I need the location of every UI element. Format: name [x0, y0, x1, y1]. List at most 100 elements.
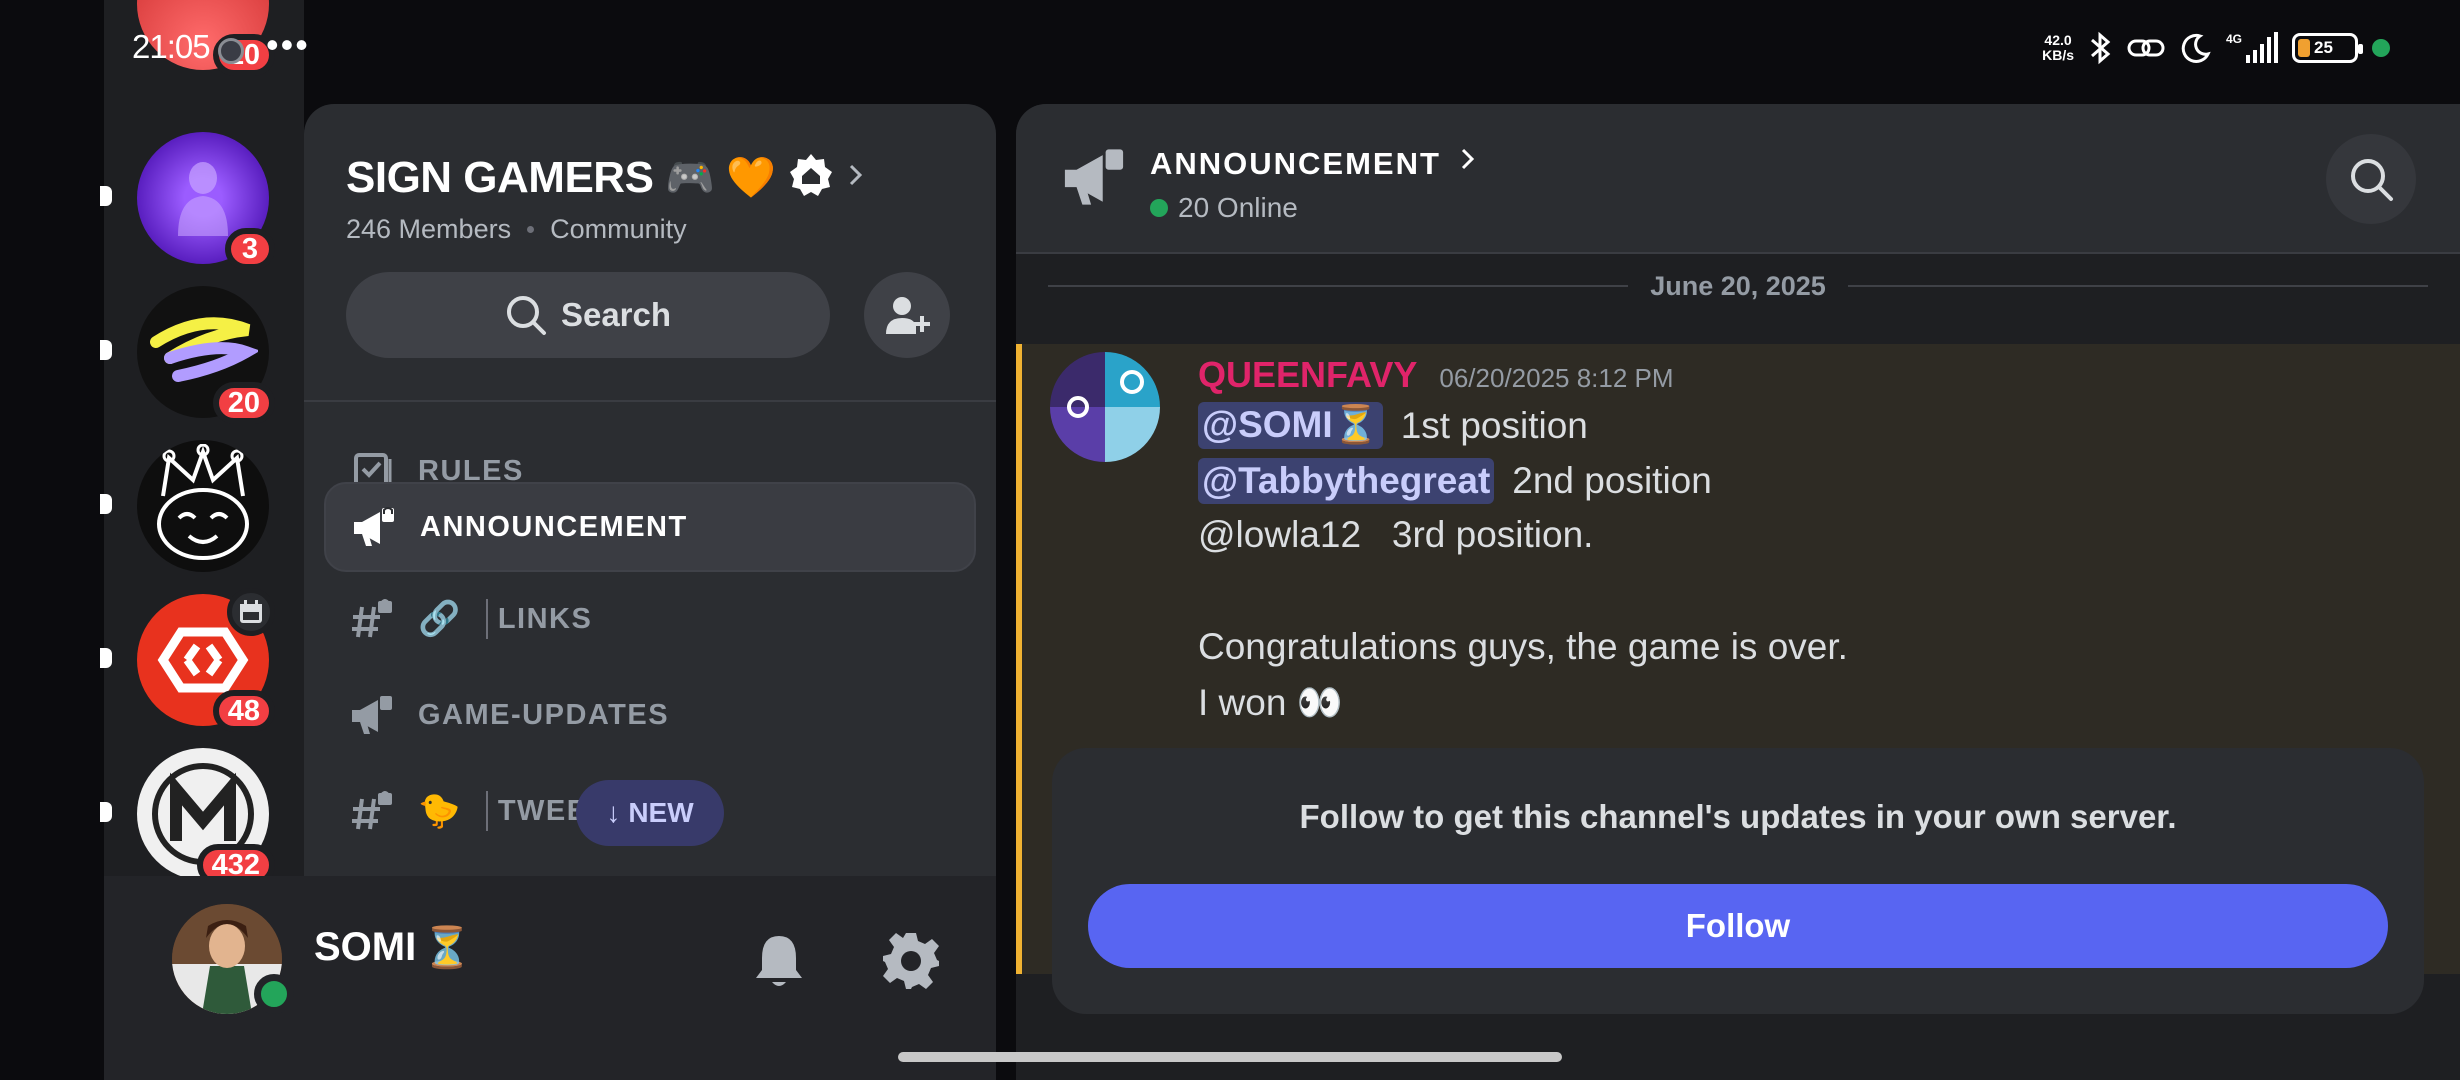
link-icon: [2126, 33, 2166, 63]
notifications-button[interactable]: [744, 926, 814, 996]
server-icon-purple[interactable]: 3: [137, 132, 275, 270]
search-icon: [506, 296, 546, 335]
calendar-icon: [240, 600, 262, 623]
bell-icon: [756, 936, 802, 986]
message-line: I won 👀: [1198, 682, 1343, 725]
screen-edge: [0, 0, 104, 1080]
unread-indicator: [100, 802, 112, 822]
server-icon-swirl[interactable]: 20: [137, 286, 275, 424]
server-name: SIGN GAMERS: [346, 152, 654, 202]
divider-line: [1048, 285, 1629, 287]
status-bar-right: 42.0 KB/s 4G 25: [2042, 30, 2390, 66]
net-speed-value: 42.0: [2044, 32, 2072, 48]
date-divider: June 20, 2025: [1048, 264, 2428, 308]
server-header[interactable]: SIGN GAMERS 🎮 🧡: [346, 152, 866, 203]
figure-icon: [178, 162, 228, 236]
invite-members-button[interactable]: [864, 272, 950, 358]
community-label: Community: [550, 214, 687, 244]
arrow-down-icon: ↓: [606, 797, 621, 828]
net-speed: 42.0 KB/s: [2042, 33, 2074, 63]
online-count: 20 Online: [1150, 192, 1298, 224]
signal-icon: 4G: [2226, 31, 2278, 65]
moon-icon: [2180, 32, 2212, 64]
gear-icon: [883, 933, 939, 989]
channel-announcement[interactable]: ANNOUNCEMENT: [324, 482, 976, 572]
hash-lock-icon: [350, 789, 394, 833]
server-icon-red-hex[interactable]: 48: [137, 588, 275, 732]
search-label: Search: [560, 296, 672, 333]
channel-label: LINKS: [497, 602, 593, 635]
channel-label: GAME-UPDATES: [418, 698, 670, 731]
channel-list-divider: [304, 400, 996, 402]
event-badge: [227, 588, 275, 636]
message-line: Congratulations guys, the game is over.: [1198, 626, 1848, 668]
new-label: NEW: [628, 797, 694, 828]
swirl-logo-icon: [150, 317, 258, 382]
jester-cat-icon: [157, 444, 249, 560]
channel-emoji: 🔗: [418, 600, 462, 638]
battery-icon: 25: [2292, 33, 2363, 63]
message-text: 2nd position: [1512, 460, 1712, 501]
message-author[interactable]: QUEENFAVY: [1198, 354, 1417, 396]
chat-header: ANNOUNCEMENT 20 Online: [1016, 104, 2460, 254]
chevron-right-icon: [846, 161, 866, 194]
channel-separator: [485, 791, 488, 831]
member-count: 246 Members: [346, 214, 512, 244]
message-text: @lowla12 3rd position.: [1198, 514, 1594, 555]
community-badge-icon: [788, 152, 834, 203]
unread-indicator: [100, 340, 112, 360]
channel-separator: [485, 599, 488, 639]
date-label: June 20, 2025: [1650, 270, 1826, 301]
server-meta: 246 Members Community: [346, 214, 687, 245]
unread-badge: 20: [212, 382, 275, 424]
server-icon-m[interactable]: 432: [137, 748, 275, 886]
battery-fill: [2298, 39, 2310, 57]
message-text: I won 👀: [1198, 682, 1343, 723]
channel-game-updates[interactable]: GAME-UPDATES: [324, 670, 976, 760]
follow-button[interactable]: Follow: [1088, 884, 2388, 968]
user-mention[interactable]: @Tabbythegreat: [1198, 458, 1495, 504]
status-time: 21:05: [132, 28, 211, 65]
status-more-icon: •••: [266, 24, 310, 65]
message-text: 1st position: [1400, 404, 1588, 446]
search-button[interactable]: Search: [346, 272, 830, 358]
settings-button[interactable]: [876, 926, 946, 996]
chat-search-button[interactable]: [2326, 134, 2416, 224]
unread-badge: 48: [212, 690, 275, 732]
unread-indicator: [100, 494, 112, 514]
jump-to-new-button[interactable]: ↓ NEW: [576, 780, 724, 846]
online-dot: [1150, 199, 1168, 217]
message-line: @SOMI⏳ 1st position: [1198, 402, 1588, 449]
dnd-status-icon: [218, 38, 244, 64]
channel-emoji: 🐤: [418, 792, 462, 830]
search-icon: [2351, 159, 2393, 201]
online-status-indicator: [254, 974, 294, 1014]
home-indicator[interactable]: [898, 1052, 1562, 1062]
channel-sidebar: SIGN GAMERS 🎮 🧡 246 Members Community Se…: [304, 104, 996, 880]
server-icon-cat[interactable]: [137, 440, 269, 572]
follow-channel-card: Follow to get this channel's updates in …: [1052, 748, 2424, 1014]
unread-badge: 3: [225, 228, 275, 270]
follow-description: Follow to get this channel's updates in …: [1299, 798, 2177, 835]
privacy-indicator-dot: [2372, 39, 2390, 57]
channel-label: ANNOUNCEMENT: [420, 510, 688, 543]
avatar[interactable]: [1050, 352, 1160, 462]
user-mention[interactable]: @SOMI⏳: [1198, 402, 1383, 449]
unread-indicator: [100, 186, 112, 206]
channel-links[interactable]: 🔗 LINKS: [324, 574, 976, 664]
online-count-text: 20 Online: [1178, 192, 1298, 223]
username[interactable]: SOMI ⏳: [314, 924, 472, 971]
megaphone-icon: [352, 505, 396, 549]
chat-panel: ANNOUNCEMENT 20 Online June 20, 2025 QUE…: [1016, 104, 2460, 1080]
message-line: @lowla12 3rd position.: [1198, 514, 1593, 556]
message-line: @Tabbythegreat 2nd position: [1198, 458, 1712, 504]
megaphone-icon: [350, 693, 394, 737]
battery-level: 25: [2314, 38, 2333, 57]
message-timestamp: 06/20/2025 8:12 PM: [1439, 363, 1674, 393]
hash-lock-icon: [350, 597, 394, 641]
divider-line: [1847, 285, 2428, 287]
chat-channel-title[interactable]: ANNOUNCEMENT: [1150, 146, 1477, 182]
chevron-right-icon: [1459, 146, 1477, 182]
author-avatar-image: [1050, 352, 1160, 462]
server-avatar: [137, 440, 269, 572]
